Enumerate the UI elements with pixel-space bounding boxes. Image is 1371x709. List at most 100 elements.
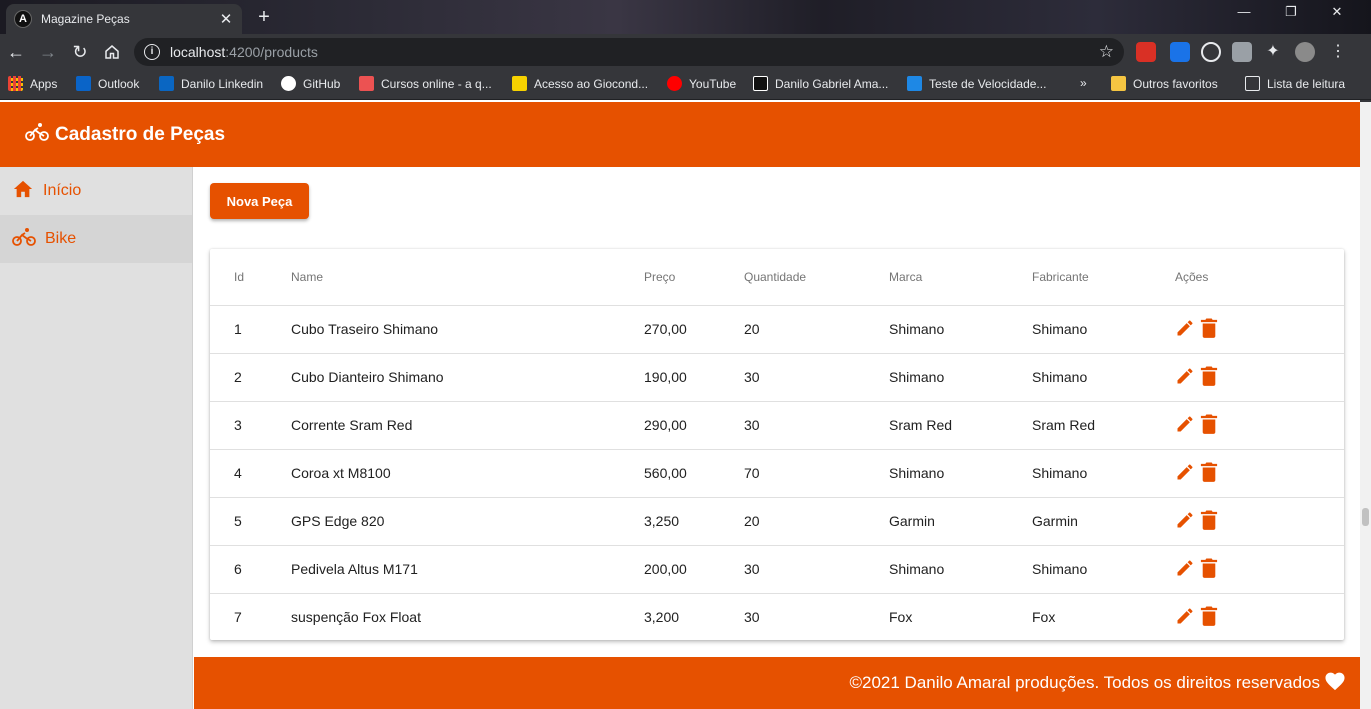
browser-tab[interactable]: A Magazine Peças ✕: [6, 4, 242, 34]
delete-trash-icon[interactable]: [1200, 413, 1218, 438]
page-scrollbar[interactable]: [1360, 102, 1371, 709]
column-header-id[interactable]: Id: [210, 249, 291, 306]
bookmark-icon: [753, 76, 768, 91]
back-button[interactable]: ←: [4, 40, 28, 64]
bookmark-linkedin[interactable]: Danilo Linkedin: [159, 76, 263, 91]
bookmark-label: Apps: [30, 76, 58, 91]
edit-pencil-icon[interactable]: [1175, 606, 1195, 629]
delete-trash-icon[interactable]: [1200, 605, 1218, 630]
edit-pencil-icon[interactable]: [1175, 414, 1195, 437]
bookmarks-overflow-button[interactable]: »: [1080, 76, 1087, 90]
restore-window-button[interactable]: ❐: [1268, 4, 1314, 20]
bookmark-udemy[interactable]: Cursos online - a q...: [359, 76, 492, 91]
cell-id: 3: [210, 401, 291, 450]
edit-pencil-icon[interactable]: [1175, 558, 1195, 581]
scrollbar-thumb[interactable]: [1362, 508, 1369, 526]
cell-price: 200,00: [644, 545, 744, 594]
home-button[interactable]: [100, 40, 124, 64]
reading-list-icon: [1245, 76, 1260, 91]
cell-actions: [1175, 353, 1344, 402]
reload-button[interactable]: ↻: [68, 40, 92, 64]
bike-icon: [25, 122, 49, 147]
bookmark-label: YouTube: [689, 76, 737, 91]
minimize-window-button[interactable]: —: [1221, 4, 1267, 19]
cell-actions: [1175, 449, 1344, 498]
extension-bookmark-icon[interactable]: [1170, 42, 1190, 62]
new-part-button[interactable]: Nova Peça: [210, 183, 309, 219]
column-header-name[interactable]: Name: [291, 249, 644, 306]
delete-trash-icon[interactable]: [1200, 365, 1218, 390]
bookmark-label: Acesso ao Giocond...: [534, 76, 649, 91]
bookmark-danilo[interactable]: Danilo Gabriel Ama...: [753, 76, 888, 91]
cell-actions: [1175, 497, 1344, 546]
delete-trash-icon[interactable]: [1200, 509, 1218, 534]
cell-actions: [1175, 401, 1344, 450]
cell-quantity: 30: [744, 401, 889, 450]
bookmark-other-favorites[interactable]: Outros favoritos: [1111, 76, 1218, 91]
bookmark-giocond[interactable]: Acesso ao Giocond...: [512, 76, 648, 91]
new-tab-button[interactable]: +: [251, 6, 277, 30]
nav-item-bike[interactable]: Bike: [0, 215, 192, 263]
cell-id: 5: [210, 497, 291, 546]
bookmark-speedtest[interactable]: Teste de Velocidade...: [907, 76, 1046, 91]
edit-pencil-icon[interactable]: [1175, 510, 1195, 533]
cell-brand: Shimano: [889, 353, 1032, 402]
row-actions: [1175, 605, 1344, 630]
forward-button[interactable]: →: [36, 40, 60, 64]
bookmark-label: GitHub: [303, 76, 341, 91]
cell-maker: Shimano: [1032, 305, 1175, 354]
browser-menu-icon[interactable]: ⋮: [1328, 42, 1348, 62]
products-table: Id Name Preço Quantidade Marca Fabricant…: [210, 249, 1344, 641]
youtube-icon: [667, 76, 682, 91]
app-footer: ©2021 Danilo Amaral produções. Todos os …: [194, 657, 1360, 709]
edit-pencil-icon[interactable]: [1175, 366, 1195, 389]
column-header-actions: Ações: [1175, 249, 1344, 306]
cell-id: 1: [210, 305, 291, 354]
column-header-maker[interactable]: Fabricante: [1032, 249, 1175, 306]
column-header-price[interactable]: Preço: [644, 249, 744, 306]
apps-grid-icon: [8, 76, 23, 91]
edit-pencil-icon[interactable]: [1175, 462, 1195, 485]
extension-image-icon[interactable]: [1232, 42, 1252, 62]
address-bar[interactable]: i localhost:4200/products ☆: [134, 38, 1124, 66]
close-tab-icon[interactable]: ✕: [218, 10, 234, 28]
url-host: localhost: [170, 44, 226, 60]
nav-label: Bike: [45, 230, 77, 247]
cell-price: 290,00: [644, 401, 744, 450]
delete-trash-icon[interactable]: [1200, 557, 1218, 582]
bookmark-reading-list[interactable]: Lista de leitura: [1245, 76, 1345, 91]
extension-red-icon[interactable]: [1136, 42, 1156, 62]
profile-avatar[interactable]: [1295, 42, 1315, 62]
extensions-puzzle-icon[interactable]: ✦: [1263, 42, 1283, 62]
bookmark-github[interactable]: GitHub: [281, 76, 340, 91]
bookmark-outlook[interactable]: Outlook: [76, 76, 139, 91]
extension-gauge-icon[interactable]: [1201, 42, 1221, 62]
column-header-quantity[interactable]: Quantidade: [744, 249, 889, 306]
bookmark-apps[interactable]: Apps: [8, 76, 57, 91]
delete-trash-icon[interactable]: [1200, 317, 1218, 342]
angular-favicon-icon: A: [14, 10, 32, 28]
cell-quantity: 70: [744, 449, 889, 498]
cell-brand: Shimano: [889, 449, 1032, 498]
nav-item-inicio[interactable]: Início: [0, 167, 192, 215]
nav-label: Início: [43, 182, 82, 199]
bookmark-youtube[interactable]: YouTube: [667, 76, 736, 91]
cell-name: Pedivela Altus M171: [291, 545, 644, 594]
site-info-icon[interactable]: i: [144, 44, 160, 60]
bookmark-star-icon[interactable]: ☆: [1099, 42, 1114, 62]
cell-id: 4: [210, 449, 291, 498]
close-window-button[interactable]: ✕: [1314, 4, 1360, 20]
products-table-card: Id Name Preço Quantidade Marca Fabricant…: [210, 249, 1344, 640]
cell-quantity: 30: [744, 609, 760, 626]
table-body: 1 Cubo Traseiro Shimano 270,00 20 Shimano Shi…: [210, 305, 1344, 641]
footer-text: ©2021 Danilo Amaral produções. Todos os …: [849, 673, 1320, 692]
column-header-brand[interactable]: Marca: [889, 249, 1032, 306]
folder-icon: [1111, 76, 1126, 91]
cell-price: 190,00: [644, 353, 744, 402]
cell-maker: Shimano: [1032, 353, 1175, 402]
row-actions: [1175, 317, 1344, 342]
delete-trash-icon[interactable]: [1200, 461, 1218, 486]
cell-actions: [1175, 305, 1344, 354]
edit-pencil-icon[interactable]: [1175, 318, 1195, 341]
bookmark-label: Danilo Linkedin: [181, 76, 264, 91]
